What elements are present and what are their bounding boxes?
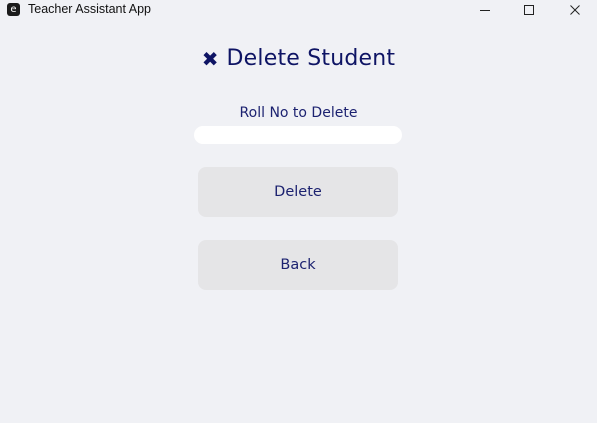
- close-icon: [570, 5, 580, 15]
- page-heading: ✖ Delete Student: [0, 44, 597, 74]
- close-window-button[interactable]: [552, 0, 597, 20]
- title-bar: e Teacher Assistant App: [0, 0, 597, 20]
- maximize-button[interactable]: [506, 0, 552, 20]
- maximize-icon: [524, 5, 534, 15]
- window-title: Teacher Assistant App: [28, 2, 151, 16]
- app-window: e Teacher Assistant App ✖ Delete Student…: [0, 0, 597, 423]
- minimize-icon: [480, 10, 490, 11]
- back-button[interactable]: Back: [198, 240, 398, 290]
- minimize-button[interactable]: [462, 0, 508, 20]
- delete-button[interactable]: Delete: [198, 167, 398, 217]
- app-logo-icon: e: [7, 3, 20, 16]
- roll-no-label: Roll No to Delete: [239, 105, 358, 121]
- roll-no-input[interactable]: [194, 126, 402, 144]
- close-x-icon: ✖: [201, 47, 219, 71]
- page-title: Delete Student: [226, 46, 396, 71]
